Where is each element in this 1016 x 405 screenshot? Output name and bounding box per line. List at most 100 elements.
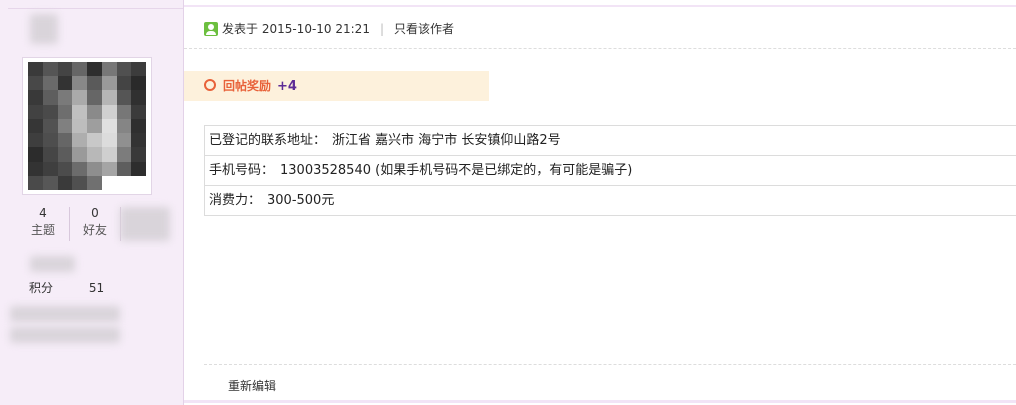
avatar-pixel: [131, 147, 146, 162]
divider: [184, 5, 1016, 7]
stat-divider: [69, 207, 70, 241]
avatar-pixel: [72, 118, 87, 134]
avatar-pixel: [101, 76, 117, 91]
avatar-pixel: [101, 147, 117, 162]
divider: [184, 48, 1016, 50]
stat-friends-label: 好友: [82, 223, 107, 237]
avatar-pixel: [131, 175, 146, 190]
avatar-pixel: [57, 76, 73, 91]
avatar-pixel: [72, 90, 87, 105]
post-content: 发表于 2015-10-10 21:21 | 只看该作者 回帖奖励 +4 已登记的联系…: [184, 0, 1016, 405]
avatar-pixel: [87, 175, 102, 190]
divider: [184, 400, 1016, 403]
blurred-extra-info: [10, 306, 120, 322]
avatar-frame[interactable]: [22, 57, 152, 195]
avatar-pixel: [87, 133, 102, 148]
author-only-link[interactable]: 只看该作者: [394, 22, 454, 36]
avatar-pixel: [116, 118, 132, 134]
points-value: 51: [88, 281, 105, 295]
avatar-pixel: [116, 104, 132, 119]
info-row-spending: 消费力： 300-500元: [204, 186, 1016, 216]
avatar-pixel: [28, 90, 43, 105]
avatar-pixel: [101, 62, 117, 77]
info-row-address: 已登记的联系地址： 浙江省 嘉兴市 海宁市 长安镇仰山路2号: [204, 126, 1016, 156]
avatar-pixel: [72, 161, 87, 176]
avatar-pixel: [116, 147, 132, 162]
points-row: 积分 51: [29, 281, 129, 295]
avatar-pixel: [131, 161, 146, 176]
avatar-pixel: [57, 90, 73, 105]
avatar-pixel: [116, 161, 132, 176]
stat-friends[interactable]: 0 好友: [72, 205, 118, 239]
avatar-pixel: [42, 76, 58, 91]
meta-separator: |: [379, 22, 384, 36]
avatar-pixel: [57, 62, 73, 77]
avatar-pixel: [131, 90, 146, 105]
info-key: 已登记的联系地址：: [209, 133, 327, 148]
avatar-pixel: [101, 90, 117, 105]
avatar-pixel: [57, 161, 73, 176]
avatar-pixel: [72, 133, 87, 148]
avatar-pixel: [116, 76, 132, 91]
post-date: 发表于 2015-10-10 21:21: [222, 22, 370, 36]
stat-threads[interactable]: 4 主题: [20, 205, 66, 239]
avatar-pixel: [101, 175, 117, 190]
avatar-pixel: [28, 76, 43, 91]
avatar-pixel: [101, 118, 117, 134]
avatar[interactable]: [28, 62, 146, 190]
avatar-pixel: [42, 133, 58, 148]
avatar-pixel: [116, 62, 132, 77]
avatar-pixel: [87, 62, 102, 77]
avatar-pixel: [72, 147, 87, 162]
stat-threads-label: 主题: [30, 223, 55, 237]
avatar-pixel: [57, 147, 73, 162]
online-user-icon: [204, 22, 218, 36]
blurred-user-group: [30, 256, 75, 272]
avatar-pixel: [28, 147, 43, 162]
avatar-pixel: [42, 175, 58, 190]
info-key: 手机号码：: [209, 163, 275, 178]
avatar-pixel: [131, 118, 146, 134]
info-value: 13003528540 (如果手机号码不是已绑定的，有可能是骗子): [280, 163, 633, 178]
avatar-pixel: [116, 90, 132, 105]
avatar-pixel: [87, 104, 102, 119]
stat-threads-value: 4: [39, 206, 47, 220]
avatar-pixel: [42, 62, 58, 77]
avatar-pixel: [87, 90, 102, 105]
avatar-pixel: [28, 118, 43, 134]
avatar-pixel: [116, 133, 132, 148]
avatar-pixel: [42, 161, 58, 176]
avatar-pixel: [28, 104, 43, 119]
stat-friends-value: 0: [91, 206, 99, 220]
avatar-pixel: [72, 76, 87, 91]
contact-info-table: 已登记的联系地址： 浙江省 嘉兴市 海宁市 长安镇仰山路2号 手机号码： 13003…: [204, 125, 1016, 216]
info-row-phone: 手机号码： 13003528540 (如果手机号码不是已绑定的，有可能是骗子): [204, 156, 1016, 186]
avatar-pixel: [101, 133, 117, 148]
avatar-pixel: [42, 90, 58, 105]
avatar-pixel: [131, 133, 146, 148]
avatar-pixel: [131, 62, 146, 77]
user-panel: 4 主题 0 好友 积分 51: [0, 0, 184, 405]
blurred-stat: [120, 207, 170, 241]
avatar-pixel: [72, 175, 87, 190]
avatar-pixel: [57, 118, 73, 134]
reward-value: +4: [277, 79, 297, 94]
avatar-pixel: [116, 175, 132, 190]
avatar-pixel: [87, 147, 102, 162]
points-label: 积分: [29, 281, 54, 295]
avatar-pixel: [42, 104, 58, 119]
reply-reward-banner: 回帖奖励 +4: [184, 71, 489, 101]
blurred-username: [30, 14, 58, 44]
avatar-pixel: [87, 118, 102, 134]
info-value: 浙江省 嘉兴市 海宁市 长安镇仰山路2号: [332, 133, 561, 148]
avatar-pixel: [28, 161, 43, 176]
avatar-pixel: [131, 104, 146, 119]
avatar-pixel: [28, 175, 43, 190]
divider: [8, 8, 183, 9]
post-meta: 发表于 2015-10-10 21:21 | 只看该作者: [204, 21, 454, 37]
avatar-pixel: [131, 76, 146, 91]
edit-post-link[interactable]: 重新编辑: [228, 377, 276, 394]
avatar-pixel: [57, 104, 73, 119]
avatar-pixel: [101, 161, 117, 176]
reward-label: 回帖奖励: [223, 79, 272, 93]
